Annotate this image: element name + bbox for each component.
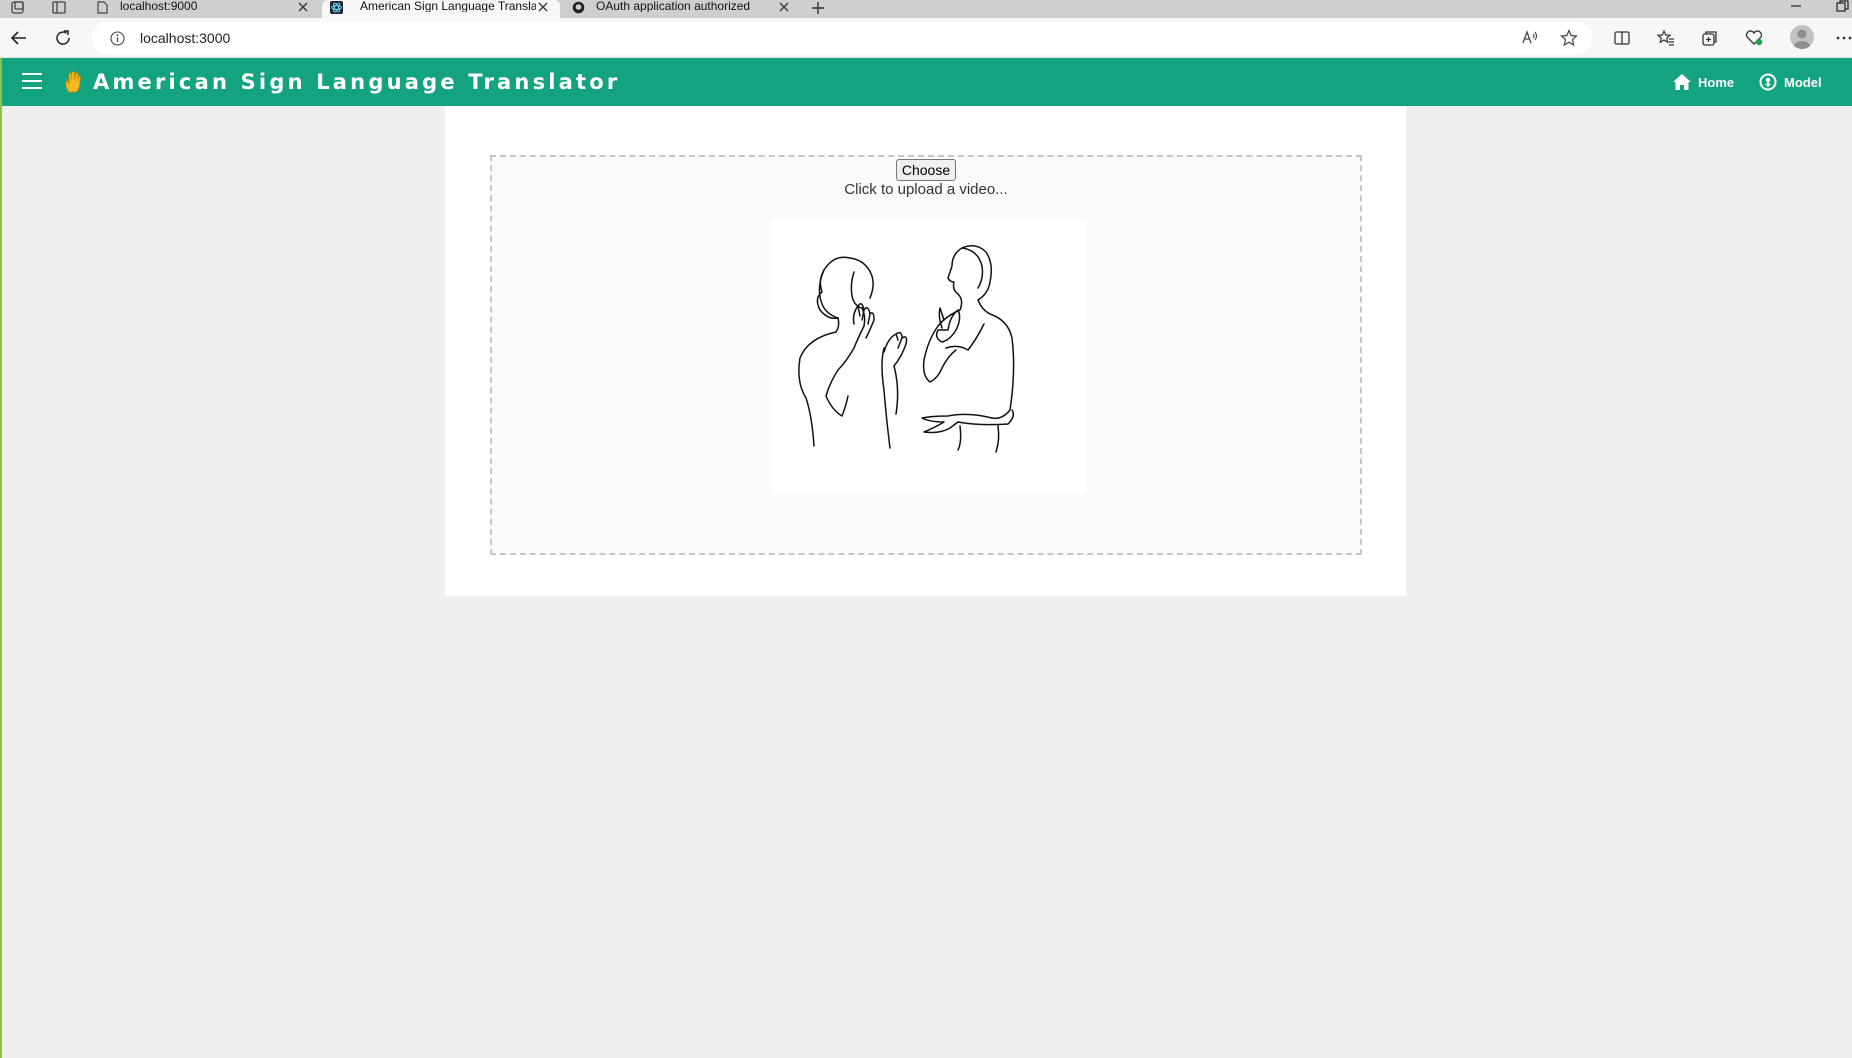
- model-icon: [1759, 73, 1777, 91]
- github-icon: [572, 1, 585, 14]
- nav-home[interactable]: Home: [1672, 71, 1734, 93]
- page-icon: [97, 1, 108, 14]
- browser-essentials-button[interactable]: [1740, 24, 1768, 52]
- app-header: American Sign Language Translator Home M…: [2, 58, 1852, 106]
- restore-icon[interactable]: [1834, 0, 1850, 14]
- split-screen-icon: [1614, 31, 1630, 45]
- favorites-icon: [1657, 29, 1674, 46]
- video-upload-dropzone[interactable]: Choose Click to upload a video...: [490, 155, 1362, 555]
- browser-essentials-icon: [1745, 30, 1763, 46]
- add-favorite-icon: [1560, 29, 1578, 47]
- collections-button[interactable]: [1696, 24, 1724, 52]
- back-icon: [10, 31, 26, 45]
- home-icon: [1673, 74, 1691, 90]
- address-url[interactable]: localhost:3000: [140, 30, 230, 46]
- close-tab-icon[interactable]: [296, 1, 310, 15]
- more-button[interactable]: [1830, 24, 1852, 52]
- two-people-signing-drawing: [798, 245, 1015, 453]
- favorites-button[interactable]: [1652, 24, 1680, 52]
- tab-oauth-application-authorized[interactable]: OAuth application authorized: [564, 0, 800, 18]
- refresh-button[interactable]: [49, 24, 77, 52]
- read-aloud-icon: [1522, 30, 1538, 44]
- add-favorite-button[interactable]: [1555, 24, 1583, 52]
- nav-model[interactable]: Model: [1758, 71, 1822, 93]
- collections-icon: [1702, 31, 1717, 46]
- upload-card: Choose Click to upload a video...: [445, 106, 1406, 596]
- tab-label: American Sign Language Translator: [360, 0, 536, 12]
- tab-actions-icon[interactable]: [51, 1, 67, 15]
- read-aloud-button[interactable]: [1516, 24, 1544, 52]
- split-screen-button[interactable]: [1608, 24, 1636, 52]
- nav-home-label: Home: [1698, 74, 1735, 90]
- menu-icon[interactable]: [22, 73, 42, 91]
- browser-tab-strip: localhost:9000 American Sign Language Tr…: [0, 0, 1852, 18]
- tab-label: localhost:9000: [120, 0, 198, 12]
- tab-label: OAuth application authorized: [596, 0, 751, 12]
- raised-hand-icon: [65, 71, 81, 93]
- tab-localhost-9000[interactable]: localhost:9000: [88, 0, 316, 18]
- profile-icon: [1793, 29, 1811, 49]
- nav-model-label: Model: [1784, 74, 1822, 90]
- close-tab-icon[interactable]: [777, 1, 791, 15]
- new-tab-icon[interactable]: [810, 1, 826, 15]
- tab-american-sign-language-translator[interactable]: American Sign Language Translator: [322, 0, 560, 18]
- back-button[interactable]: [5, 24, 33, 52]
- close-tab-icon[interactable]: [536, 1, 550, 15]
- page-viewport: American Sign Language Translator Home M…: [0, 58, 1852, 1058]
- sign-language-illustration: [772, 220, 1086, 494]
- profile-avatar[interactable]: [1790, 25, 1814, 49]
- upload-hint: Click to upload a video...: [844, 181, 1008, 198]
- refresh-icon: [56, 30, 70, 45]
- app-title: American Sign Language Translator: [93, 70, 621, 94]
- browser-toolbar: localhost:3000: [0, 18, 1852, 58]
- address-bar[interactable]: localhost:3000: [92, 22, 1592, 54]
- minimize-icon[interactable]: [1788, 0, 1804, 14]
- site-info-icon[interactable]: [110, 31, 125, 46]
- react-icon: [330, 1, 343, 14]
- workspaces-icon[interactable]: [10, 1, 26, 15]
- choose-file-button[interactable]: Choose: [896, 159, 956, 181]
- more-icon: [1836, 36, 1852, 40]
